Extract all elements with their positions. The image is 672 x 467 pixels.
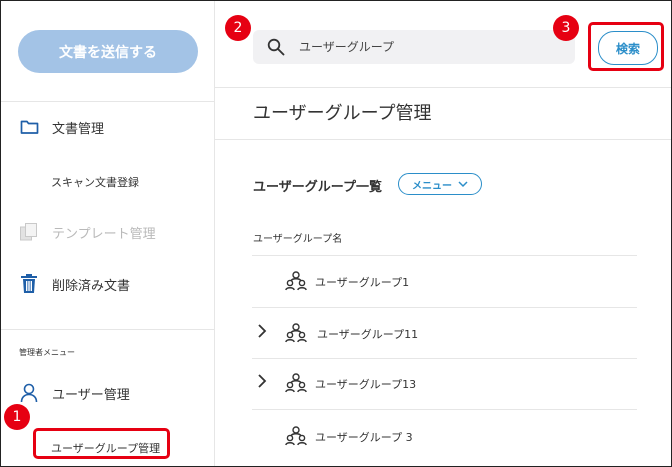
- user-group-icon: [285, 323, 307, 347]
- sidebar-item-label: テンプレート管理: [52, 226, 156, 242]
- callout-highlight-box-3: [588, 22, 664, 71]
- sidebar-item-label: 文書管理: [52, 121, 105, 137]
- sidebar: 文書を送信する 文書管理 スキャン文書登録 テンプレート管理 削除済み文書 管理…: [1, 1, 215, 466]
- trash-icon: [19, 274, 39, 294]
- group-name: ユーザーグループ13: [315, 378, 417, 391]
- send-document-button[interactable]: 文書を送信する: [18, 30, 198, 73]
- list-title: ユーザーグループ一覧: [253, 180, 382, 195]
- callout-badge-2: 2: [225, 15, 251, 41]
- sidebar-item-label: 削除済み文書: [52, 278, 131, 294]
- admin-section-label: 管理者メニュー: [19, 348, 75, 357]
- sidebar-item-documents[interactable]: 文書管理: [19, 117, 104, 137]
- callout-highlight-box-1: [33, 428, 170, 459]
- chevron-down-icon: [458, 180, 468, 187]
- table-row[interactable]: ユーザーグループ1: [252, 256, 637, 307]
- sidebar-divider: [1, 101, 214, 102]
- page-title: ユーザーグループ管理: [253, 103, 432, 124]
- template-icon: [19, 222, 39, 242]
- menu-dropdown-button[interactable]: メニュー: [398, 173, 482, 195]
- header-divider: [215, 87, 671, 88]
- callout-badge-1: 1: [4, 404, 30, 430]
- folder-icon: [19, 117, 39, 137]
- sidebar-item-label: ユーザー管理: [52, 387, 130, 403]
- group-name: ユーザーグループ 3: [315, 431, 413, 444]
- table-row[interactable]: ユーザーグループ 3: [252, 411, 637, 462]
- user-group-icon: [285, 373, 307, 397]
- user-group-icon: [285, 426, 307, 450]
- sidebar-item-user-management[interactable]: ユーザー管理: [19, 383, 130, 403]
- column-header-group-name: ユーザーグループ名: [253, 234, 343, 245]
- table-row[interactable]: ユーザーグループ11: [252, 308, 637, 359]
- menu-label: メニュー: [412, 180, 452, 192]
- chevron-right-icon[interactable]: [256, 373, 268, 393]
- group-name: ユーザーグループ1: [315, 276, 410, 289]
- sidebar-item-scan-register[interactable]: スキャン文書登録: [51, 174, 139, 190]
- sidebar-item-templates: テンプレート管理: [19, 222, 156, 242]
- sidebar-divider: [1, 329, 214, 330]
- title-divider: [215, 139, 671, 140]
- table-row[interactable]: ユーザーグループ13: [252, 358, 637, 409]
- row-divider: [252, 409, 637, 410]
- chevron-right-icon[interactable]: [256, 323, 268, 343]
- user-icon: [19, 383, 39, 403]
- sidebar-item-deleted-documents[interactable]: 削除済み文書: [19, 274, 130, 294]
- search-bar: [253, 30, 575, 64]
- search-icon: [267, 38, 287, 56]
- user-group-icon: [285, 271, 307, 295]
- callout-badge-3: 3: [553, 15, 579, 41]
- search-input[interactable]: [297, 39, 541, 55]
- group-name: ユーザーグループ11: [317, 328, 419, 341]
